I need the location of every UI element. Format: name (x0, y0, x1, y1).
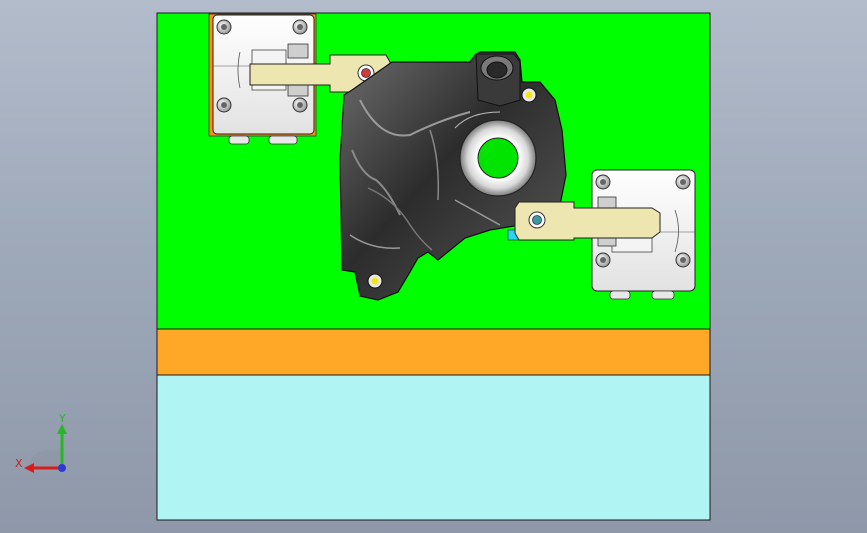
bolt-icon (216, 97, 232, 113)
bolt-icon (675, 252, 691, 268)
z-axis-icon (58, 464, 66, 472)
y-axis-arrow-icon (57, 424, 67, 434)
bolt-icon (595, 252, 611, 268)
locator-pin-icon (521, 87, 537, 103)
fixture-model-view[interactable] (0, 0, 867, 533)
spacer-plate[interactable] (156, 328, 711, 376)
bolt-icon (292, 19, 308, 35)
bolt-icon (292, 97, 308, 113)
bolt-icon (675, 174, 691, 190)
bolt-icon (216, 19, 232, 35)
graphics-viewport[interactable]: Y X (0, 0, 867, 533)
locator-pin-icon (367, 273, 383, 289)
x-axis-label: X (15, 457, 23, 470)
subbase-plate[interactable] (156, 374, 711, 521)
bolt-icon (595, 174, 611, 190)
coordinate-triad: Y X (15, 412, 67, 473)
x-axis-arrow-icon (24, 463, 34, 473)
y-axis-label: Y (58, 412, 66, 425)
